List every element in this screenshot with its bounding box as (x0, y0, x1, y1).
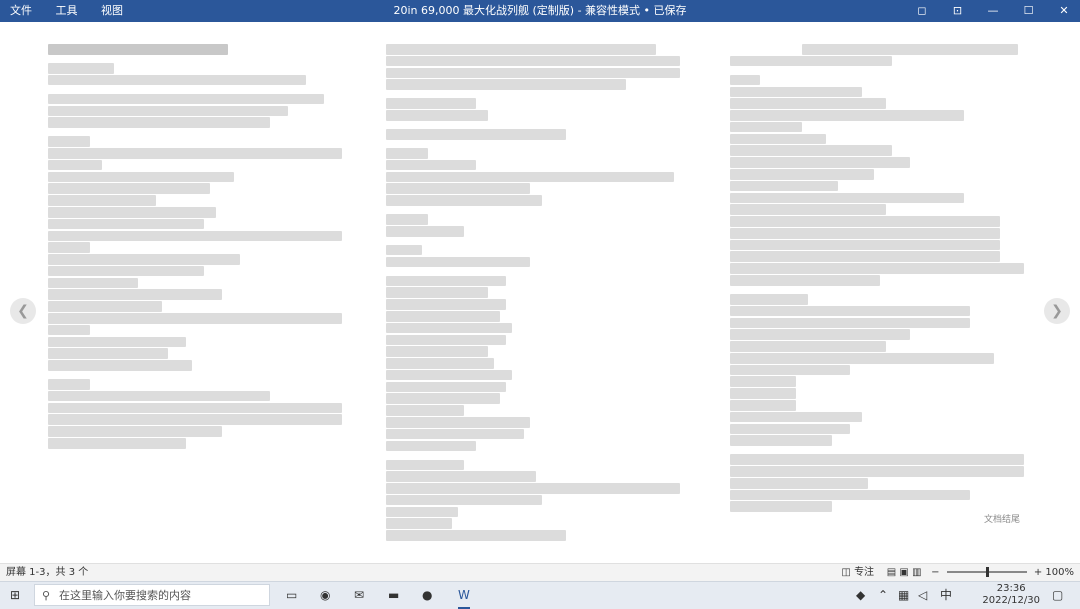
menu-item-tools[interactable]: 工具 (46, 0, 88, 22)
close-button[interactable]: ✕ (1048, 0, 1080, 22)
fullscreen-toggle-button[interactable]: ◻︎ (906, 0, 938, 22)
clock-date: 2022/12/30 (982, 595, 1040, 606)
print-layout-icon[interactable]: ▣ (899, 567, 908, 578)
ime-indicator[interactable]: 中 (940, 582, 952, 609)
document-column-2 (386, 44, 686, 542)
maximize-button[interactable]: ☐ (1013, 0, 1045, 22)
read-mode-icon[interactable]: ▤ (887, 567, 896, 578)
status-bar: 屏幕 1-3，共 3 个 ◫ 专注 ▤ ▣ ▥ − + 100% (0, 563, 1080, 582)
restore-view-button[interactable]: ⊡ (942, 0, 974, 22)
zoom-slider-knob[interactable] (985, 567, 989, 577)
clock-time: 23:36 (996, 583, 1026, 594)
zoom-out-button[interactable]: − (931, 567, 939, 578)
mail-icon[interactable]: ✉ (354, 582, 364, 609)
taskbar-search-input[interactable]: ⚲ 在这里输入你要搜索的内容 (34, 584, 270, 606)
web-layout-icon[interactable]: ▥ (912, 567, 921, 578)
previous-screen-button[interactable]: ❮ (10, 298, 36, 324)
next-screen-button[interactable]: ❯ (1044, 298, 1070, 324)
focus-button[interactable]: 专注 (854, 567, 874, 578)
volume-icon[interactable]: ◁ (918, 582, 927, 609)
title-bar: 文件 工具 视图 20in 69,000 最大化战列舰 (定制版) - 兼容性模… (0, 0, 1080, 22)
network-icon[interactable]: ▦ (898, 582, 909, 609)
focus-icon[interactable]: ◫ (841, 567, 850, 578)
document-column-1 (48, 44, 348, 450)
taskbar: ⊞ ⚲ 在这里输入你要搜索的内容 ▭ ◉ ✉ ▬ ● W ◆ ⌃ ▦ ◁ 中 2… (0, 581, 1080, 609)
zoom-slider[interactable] (946, 567, 1027, 577)
search-icon: ⚲ (42, 589, 51, 602)
zoom-level[interactable]: 100% (1045, 567, 1074, 578)
tray-app-icon[interactable]: ◆ (856, 582, 865, 609)
task-view-icon[interactable]: ▭ (286, 582, 297, 609)
media-player-icon[interactable]: ● (422, 582, 432, 609)
menu-item-view[interactable]: 视图 (91, 0, 133, 22)
search-placeholder: 在这里输入你要搜索的内容 (59, 589, 191, 602)
chevron-left-icon: ❮ (17, 303, 29, 319)
status-controls: ◫ 专注 ▤ ▣ ▥ − + 100% (841, 564, 1074, 582)
notifications-icon[interactable]: ▢ (1052, 582, 1063, 609)
document-column-3 (730, 44, 1030, 513)
menu-item-file[interactable]: 文件 (0, 0, 42, 22)
chevron-right-icon: ❯ (1051, 303, 1063, 319)
menu-bar: 文件 工具 视图 (0, 0, 133, 22)
file-explorer-icon[interactable]: ▬ (388, 582, 399, 609)
tray-overflow-icon[interactable]: ⌃ (878, 582, 888, 609)
document-area[interactable]: ❮ ❯ 文档结尾 (0, 22, 1080, 563)
minimize-button[interactable]: — (977, 0, 1009, 22)
window-controls: ◻︎ ⊡ — ☐ ✕ (906, 0, 1080, 22)
system-clock[interactable]: 23:36 2022/12/30 (982, 583, 1040, 607)
zoom-in-button[interactable]: + (1034, 567, 1042, 578)
edge-browser-icon[interactable]: ◉ (320, 582, 330, 609)
windows-start-icon[interactable]: ⊞ (10, 582, 20, 609)
end-of-document-label: 文档结尾 (984, 515, 1021, 525)
page-count: 屏幕 1-3，共 3 个 (6, 567, 89, 578)
word-app-icon[interactable]: W (458, 582, 470, 609)
